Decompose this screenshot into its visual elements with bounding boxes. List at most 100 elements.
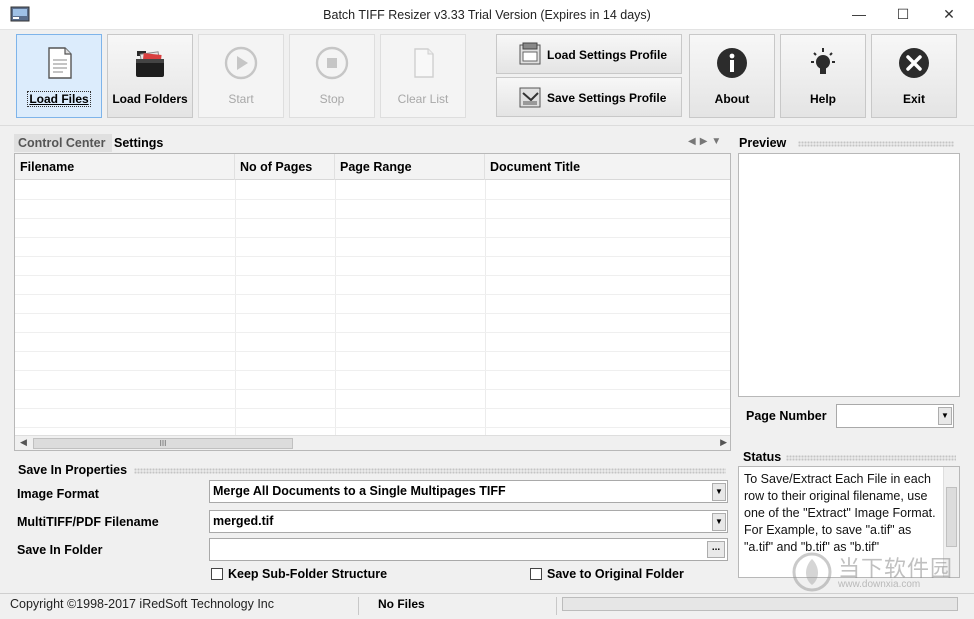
load-profile-icon: [519, 42, 541, 65]
stop-label: Stop: [319, 92, 345, 106]
grid-header: Filename No of Pages Page Range Document…: [15, 154, 730, 180]
tab-control-center[interactable]: Control Center: [14, 134, 112, 152]
save-profile-icon: [519, 87, 541, 108]
save-settings-profile-label: Save Settings Profile: [547, 91, 667, 105]
load-files-button[interactable]: Load Files: [16, 34, 102, 118]
grid-row-line: [15, 218, 730, 219]
grid-row-line: [15, 256, 730, 257]
watermark-url: www.downxia.com: [838, 579, 921, 590]
status-title: Status: [743, 450, 782, 464]
load-files-label: Load Files: [27, 91, 91, 107]
tab-settings[interactable]: Settings: [114, 134, 174, 152]
about-label: About: [714, 92, 750, 106]
image-format-select[interactable]: Merge All Documents to a Single Multipag…: [209, 480, 728, 503]
save-to-original-folder-checkbox[interactable]: Save to Original Folder: [530, 567, 684, 581]
image-format-label: Image Format: [17, 487, 99, 501]
preview-title: Preview: [739, 136, 787, 150]
properties-grip: [134, 468, 726, 474]
lightbulb-icon: [811, 48, 835, 74]
clear-list-button[interactable]: Clear List: [380, 34, 466, 118]
exit-button[interactable]: Exit: [871, 34, 957, 118]
stop-button[interactable]: Stop: [289, 34, 375, 118]
scroll-left-icon[interactable]: ◀: [20, 437, 27, 448]
load-settings-profile-button[interactable]: Load Settings Profile: [496, 34, 682, 74]
preview-grip: [798, 141, 954, 147]
grid-row-line: [15, 275, 730, 276]
status-separator: [358, 597, 359, 615]
status-grip: [786, 455, 956, 461]
scroll-right-icon[interactable]: ▶: [720, 437, 727, 448]
close-button[interactable]: ✕: [926, 0, 972, 30]
scroll-thumb[interactable]: III: [33, 438, 293, 449]
save-to-original-folder-label: Save to Original Folder: [547, 567, 684, 581]
minimize-button[interactable]: —: [836, 0, 882, 30]
chevron-down-icon[interactable]: ▼: [712, 483, 726, 501]
window-title: Batch TIFF Resizer v3.33 Trial Version (…: [323, 8, 651, 22]
grid-row-line: [15, 332, 730, 333]
maximize-button[interactable]: ☐: [880, 0, 926, 30]
grid-row-line: [15, 370, 730, 371]
grid-row-line: [15, 313, 730, 314]
copyright-text: Copyright ©1998-2017 iRedSoft Technology…: [10, 597, 275, 611]
blank-document-icon: [414, 48, 434, 78]
exit-label: Exit: [902, 92, 925, 106]
grid-row-line: [15, 237, 730, 238]
keep-subfolder-label: Keep Sub-Folder Structure: [228, 567, 388, 581]
watermark-logo-icon: [792, 552, 832, 592]
column-no-of-pages[interactable]: No of Pages: [235, 154, 335, 180]
horizontal-scrollbar[interactable]: ◀ III ▶: [15, 435, 730, 450]
chevron-down-icon[interactable]: ▼: [938, 407, 952, 425]
save-in-folder-field[interactable]: ...: [209, 538, 728, 561]
grid-row-line: [15, 389, 730, 390]
title-bar: Batch TIFF Resizer v3.33 Trial Version (…: [0, 0, 974, 30]
column-page-range[interactable]: Page Range: [335, 154, 485, 180]
close-circle-icon: [899, 48, 929, 78]
column-filename[interactable]: Filename: [15, 154, 235, 180]
file-count-text: No Files: [378, 597, 425, 611]
preview-area: [738, 153, 960, 397]
stop-icon: [315, 46, 349, 80]
grid-row-line: [15, 294, 730, 295]
help-button[interactable]: Help: [780, 34, 866, 118]
file-grid[interactable]: Filename No of Pages Page Range Document…: [14, 153, 731, 451]
grid-row-line: [15, 427, 730, 428]
start-label: Start: [228, 92, 254, 106]
toolbar: Load Files Load Folders Start Stop Clear…: [0, 30, 974, 126]
start-button[interactable]: Start: [198, 34, 284, 118]
chevron-down-icon[interactable]: ▼: [712, 513, 726, 531]
checkbox-box[interactable]: [530, 568, 542, 580]
image-format-value: Merge All Documents to a Single Multipag…: [213, 484, 506, 498]
save-in-folder-label: Save In Folder: [17, 543, 103, 557]
browse-button[interactable]: ...: [707, 541, 725, 558]
status-bar: Copyright ©1998-2017 iRedSoft Technology…: [0, 593, 974, 619]
column-document-title[interactable]: Document Title: [485, 154, 730, 180]
info-icon: [717, 48, 747, 78]
tab-navigation[interactable]: ◀▶▼: [688, 136, 725, 147]
multitiff-filename-field[interactable]: merged.tif ▼: [209, 510, 728, 533]
folder-icon: [136, 51, 164, 77]
help-label: Help: [809, 92, 836, 106]
document-icon: [48, 47, 72, 79]
load-folders-label: Load Folders: [112, 92, 188, 106]
load-settings-profile-label: Load Settings Profile: [547, 48, 668, 62]
keep-subfolder-checkbox[interactable]: Keep Sub-Folder Structure: [211, 567, 387, 581]
grid-row-line: [15, 199, 730, 200]
page-number-label: Page Number: [746, 409, 827, 423]
multitiff-filename-label: MultiTIFF/PDF Filename: [17, 515, 159, 529]
watermark: 当下软件园 www.downxia.com: [790, 551, 960, 593]
checkbox-box[interactable]: [211, 568, 223, 580]
status-separator: [556, 597, 557, 615]
scroll-thumb[interactable]: [946, 487, 957, 547]
status-text: To Save/Extract Each File in each row to…: [744, 472, 936, 554]
progress-bar: [562, 597, 958, 611]
save-in-properties-title: Save In Properties: [18, 463, 128, 477]
clear-list-label: Clear List: [397, 92, 449, 106]
about-button[interactable]: About: [689, 34, 775, 118]
grid-row-line: [15, 408, 730, 409]
page-number-select[interactable]: ▼: [836, 404, 954, 428]
multitiff-filename-value: merged.tif: [213, 514, 274, 528]
save-settings-profile-button[interactable]: Save Settings Profile: [496, 77, 682, 117]
load-folders-button[interactable]: Load Folders: [107, 34, 193, 118]
play-icon: [224, 46, 258, 80]
grid-row-line: [15, 351, 730, 352]
